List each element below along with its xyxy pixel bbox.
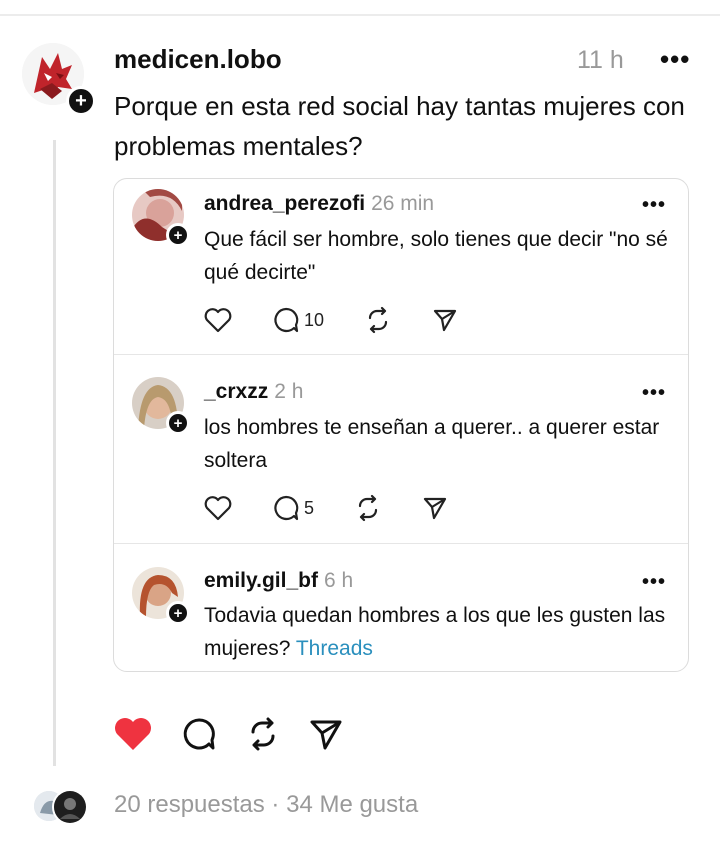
send-icon: [433, 309, 457, 332]
reply-button[interactable]: 10: [272, 306, 324, 334]
reply-count: 10: [304, 309, 325, 330]
like-button[interactable]: [204, 495, 232, 521]
follow-plus-icon[interactable]: +: [166, 411, 190, 435]
comment-icon: [274, 495, 299, 521]
post-username[interactable]: medicen.lobo: [114, 44, 282, 75]
share-button[interactable]: [309, 717, 343, 751]
share-button[interactable]: [422, 495, 448, 521]
replier-avatar: [52, 789, 88, 825]
quoted-replies-card[interactable]: + andrea_perezofi 26 min ••• Que fácil se…: [113, 178, 689, 672]
reply-text: los hombres te enseñan a querer.. a quer…: [204, 416, 660, 472]
post-time: 11 h: [577, 46, 624, 74]
post-text: Porque en esta red social hay tantas muj…: [114, 91, 685, 161]
reply-button[interactable]: 5: [272, 494, 314, 522]
repost-button[interactable]: [364, 306, 392, 334]
reply-username-text[interactable]: emily.gil_bf: [204, 569, 318, 592]
reply-actions: 10: [204, 305, 498, 335]
repost-icon: [251, 717, 275, 751]
card-divider: [114, 354, 688, 355]
send-icon: [423, 497, 447, 520]
follow-plus-icon[interactable]: +: [166, 601, 190, 625]
repost-icon: [368, 306, 388, 334]
comment-icon: [183, 718, 215, 750]
reply-text-body: Todavia quedan hombres a los que les gus…: [204, 604, 666, 660]
reply-time: 6 h: [323, 569, 354, 592]
post-stats[interactable]: 20 respuestas · 34 Me gusta: [114, 791, 418, 819]
heart-filled-icon: [115, 718, 151, 750]
thread-line: [53, 140, 56, 766]
reply-time: 2 h: [274, 380, 304, 403]
comment-icon: [274, 307, 299, 333]
heart-icon: [204, 308, 232, 333]
card-divider: [114, 543, 688, 544]
heart-icon: [204, 496, 232, 521]
reply-username[interactable]: andrea_perezofi 26 min: [204, 192, 434, 216]
reply-text: Que fácil ser hombre, solo tienes que de…: [204, 228, 668, 284]
send-icon: [310, 720, 342, 750]
repost-button[interactable]: [354, 494, 382, 522]
reply-count: 5: [304, 497, 315, 518]
repost-icon: [358, 494, 378, 522]
reply-username[interactable]: _crxzz 2 h: [204, 380, 303, 404]
reply-button[interactable]: [181, 716, 217, 752]
follow-plus-icon[interactable]: +: [66, 86, 96, 116]
like-button[interactable]: [113, 716, 153, 752]
reply-text: Todavia quedan hombres a los que les gus…: [204, 599, 674, 665]
more-dots-icon[interactable]: •••: [642, 195, 666, 215]
reply-username-text[interactable]: _crxzz: [204, 380, 268, 403]
more-dots-icon[interactable]: •••: [642, 572, 666, 592]
follow-plus-icon[interactable]: +: [166, 223, 190, 247]
top-divider: [0, 14, 720, 16]
more-dots-icon[interactable]: •••: [660, 46, 690, 72]
reply-username[interactable]: emily.gil_bf 6 h: [204, 569, 353, 593]
reply-time: 26 min: [371, 192, 435, 215]
reply-username-text[interactable]: andrea_perezofi: [204, 192, 365, 215]
post-actions: [113, 716, 371, 752]
like-button[interactable]: [204, 307, 232, 333]
more-dots-icon[interactable]: •••: [642, 383, 666, 403]
repost-button[interactable]: [245, 716, 281, 752]
reply-actions: 5: [204, 493, 488, 523]
threads-link[interactable]: Threads: [296, 637, 373, 660]
share-button[interactable]: [432, 307, 458, 333]
